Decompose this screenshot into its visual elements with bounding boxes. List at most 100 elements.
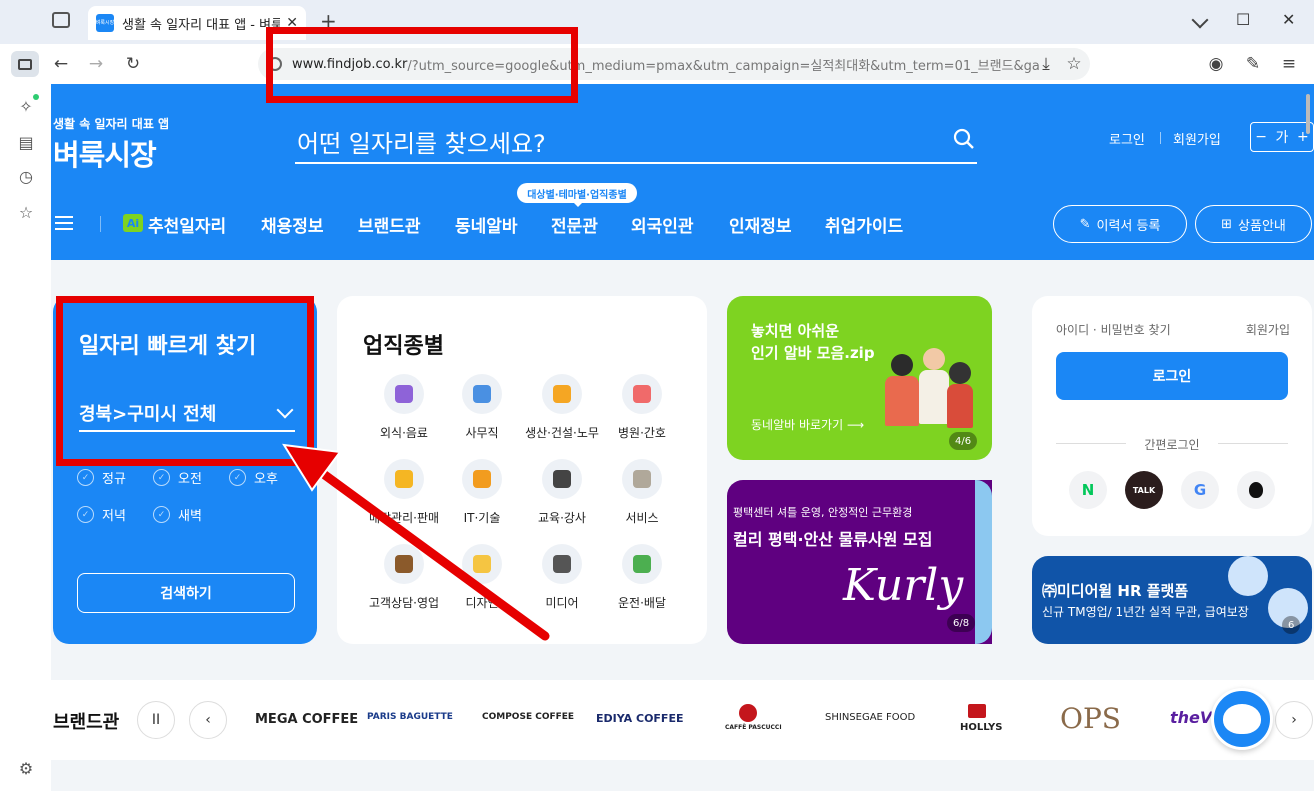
parttime-pager: 4/6 <box>949 432 978 450</box>
favorites-star-icon[interactable]: ☆ <box>14 200 38 224</box>
settings-gear-icon[interactable]: ⚙ <box>14 756 38 780</box>
kurly-banner[interactable]: 평택센터 셔틀 운영, 안정적인 근무환경 컬리 평택·안산 물류사원 모집 K… <box>727 480 992 644</box>
category-icon <box>542 374 582 414</box>
hr-platform-banner[interactable]: ㈜미디어윌 HR 플랫폼 신규 TM영업/ 1년간 실적 무관, 급여보장 6 <box>1032 556 1312 644</box>
tab-group-icon[interactable] <box>52 12 70 28</box>
forward-arrow-icon[interactable]: → <box>84 52 108 76</box>
category-item[interactable]: 사무직 <box>439 374 525 441</box>
install-app-icon[interactable]: ⤓ <box>1034 52 1058 76</box>
browser-menu-icon[interactable]: ≡ <box>1277 52 1301 76</box>
category-item[interactable]: 외식·음료 <box>361 374 447 441</box>
product-info-button[interactable]: ⊞ 상품안내 <box>1195 205 1312 243</box>
main-search-input[interactable]: 어떤 일자리를 찾으세요? <box>295 114 977 164</box>
option-evening[interactable]: ✓ 저녁 <box>77 505 126 524</box>
category-item[interactable]: 병원·간호 <box>599 374 685 441</box>
category-label: IT·기술 <box>463 511 501 525</box>
category-icon <box>462 544 502 584</box>
category-item[interactable]: 미디어 <box>519 544 605 611</box>
card-signup-link[interactable]: 회원가입 <box>1246 321 1290 338</box>
category-item[interactable]: 생산·건설·노무 <box>519 374 605 441</box>
brand-logo-caffe-pascucci[interactable]: CAFFÈ PASCUCCI <box>725 724 782 731</box>
category-label: 디자인 <box>465 596 499 610</box>
quick-search-button[interactable]: 검색하기 <box>77 573 295 613</box>
site-logo[interactable]: 벼룩시장 <box>53 132 157 174</box>
option-dawn[interactable]: ✓ 새벽 <box>153 505 202 524</box>
category-label: 미디어 <box>545 596 579 610</box>
arrow-right-icon: ⟶ <box>846 418 865 432</box>
brand-logo-paris-baguette[interactable]: PARIS BAGUETTE <box>367 712 453 722</box>
brand-logo-hollys[interactable]: HOLLYS <box>960 722 1003 733</box>
divider-right <box>1218 443 1288 444</box>
find-id-password-link[interactable]: 아이디 · 비밀번호 찾기 <box>1056 321 1171 338</box>
option-morning[interactable]: ✓ 오전 <box>153 468 202 487</box>
category-icon <box>622 374 662 414</box>
prev-brand-button[interactable]: ‹ <box>189 701 227 739</box>
search-icon[interactable] <box>953 128 975 150</box>
annotation-box-quick-search <box>56 296 314 466</box>
nav-brand-hall[interactable]: 브랜드관 <box>358 212 421 237</box>
font-decrease-button[interactable]: − <box>1255 129 1267 145</box>
hr-banner-title: ㈜미디어윌 HR 플랫폼 <box>1042 582 1189 600</box>
next-brand-button[interactable]: › <box>1275 701 1313 739</box>
page-scrollbar[interactable] <box>1306 94 1310 134</box>
option-fulltime[interactable]: ✓ 정규 <box>77 468 126 487</box>
brand-logo-thev[interactable]: theV <box>1170 708 1212 727</box>
category-label: 매장관리·판매 <box>368 511 440 525</box>
login-link[interactable]: 로그인 <box>1109 129 1145 148</box>
nav-local-parttime[interactable]: 동네알바 <box>455 212 518 237</box>
category-item[interactable]: 운전·배달 <box>599 544 685 611</box>
nav-specialty-hall[interactable]: 전문관 <box>551 212 598 237</box>
font-size-control: − 가 + <box>1250 122 1314 152</box>
category-icon <box>462 459 502 499</box>
reload-icon[interactable]: ↻ <box>121 52 145 76</box>
category-item[interactable]: 매장관리·판매 <box>361 459 447 526</box>
brand-logo-mega-coffee[interactable]: MEGA COFFEE <box>255 712 358 727</box>
brand-logo-ediya-coffee[interactable]: EDIYA COFFEE <box>596 712 683 725</box>
nav-job-guide[interactable]: 취업가이드 <box>825 212 903 237</box>
tab-search-icon[interactable] <box>1191 11 1209 29</box>
category-item[interactable]: 고객상담·영업 <box>361 544 447 611</box>
pascucci-emblem-icon <box>739 704 757 722</box>
category-label: 교육·강사 <box>538 511 586 525</box>
login-button[interactable]: 로그인 <box>1056 352 1288 400</box>
category-item[interactable]: IT·기술 <box>439 459 525 526</box>
parttime-banner[interactable]: 놓치면 아쉬운 인기 알바 모음.zip 동네알바 바로가기 ⟶ 4/6 <box>727 296 992 460</box>
nav-talent-info[interactable]: 인재정보 <box>729 212 792 237</box>
chatbot-mascot-icon[interactable] <box>1211 688 1273 750</box>
category-item[interactable]: 디자인 <box>439 544 525 611</box>
sidebar-toggle-icon[interactable] <box>11 51 39 77</box>
resume-register-button[interactable]: ✎ 이력서 등록 <box>1053 205 1187 243</box>
window-close-button[interactable]: ✕ <box>1282 10 1295 29</box>
resume-register-label: 이력서 등록 <box>1096 218 1161 234</box>
google-login-icon[interactable]: G <box>1181 471 1219 509</box>
naver-login-icon[interactable]: N <box>1069 471 1107 509</box>
category-icon <box>542 544 582 584</box>
profile-icon[interactable]: ◉ <box>1204 52 1228 76</box>
signup-link[interactable]: 회원가입 <box>1173 129 1221 148</box>
kakao-login-icon[interactable]: TALK <box>1125 471 1163 509</box>
category-label: 운전·배달 <box>618 596 666 610</box>
back-arrow-icon[interactable]: ← <box>49 52 73 76</box>
category-item[interactable]: 서비스 <box>599 459 685 526</box>
brand-logo-ops[interactable]: OPS <box>1060 702 1121 735</box>
category-item[interactable]: 교육·강사 <box>519 459 605 526</box>
menu-hamburger-icon[interactable] <box>55 216 73 230</box>
window-maximize-button[interactable]: ☐ <box>1236 10 1250 29</box>
option-afternoon[interactable]: ✓ 오후 <box>229 468 278 487</box>
brand-logo-compose-coffee[interactable]: COMPOSE COFFEE <box>482 712 574 722</box>
hr-banner-pager: 6 <box>1282 616 1301 634</box>
nav-job-info[interactable]: 채용정보 <box>261 212 324 237</box>
apple-login-icon[interactable] <box>1237 471 1275 509</box>
brand-logo-shinsegae-food[interactable]: SHINSEGAE FOOD <box>825 712 915 723</box>
history-icon[interactable]: ◷ <box>14 164 38 188</box>
ai-badge-icon: Ai <box>123 214 143 232</box>
category-label: 병원·간호 <box>618 426 666 440</box>
hollys-crown-icon <box>968 704 986 718</box>
bookmark-star-icon[interactable]: ☆ <box>1062 52 1086 76</box>
extensions-icon[interactable]: ✎ <box>1241 52 1265 76</box>
pause-button[interactable]: II <box>137 701 175 739</box>
reading-list-icon[interactable]: ▤ <box>14 130 38 154</box>
parttime-banner-link[interactable]: 동네알바 바로가기 ⟶ <box>751 416 864 433</box>
nav-foreigner-hall[interactable]: 외국인관 <box>631 212 694 237</box>
nav-recommended-jobs[interactable]: 추천일자리 <box>148 212 226 237</box>
